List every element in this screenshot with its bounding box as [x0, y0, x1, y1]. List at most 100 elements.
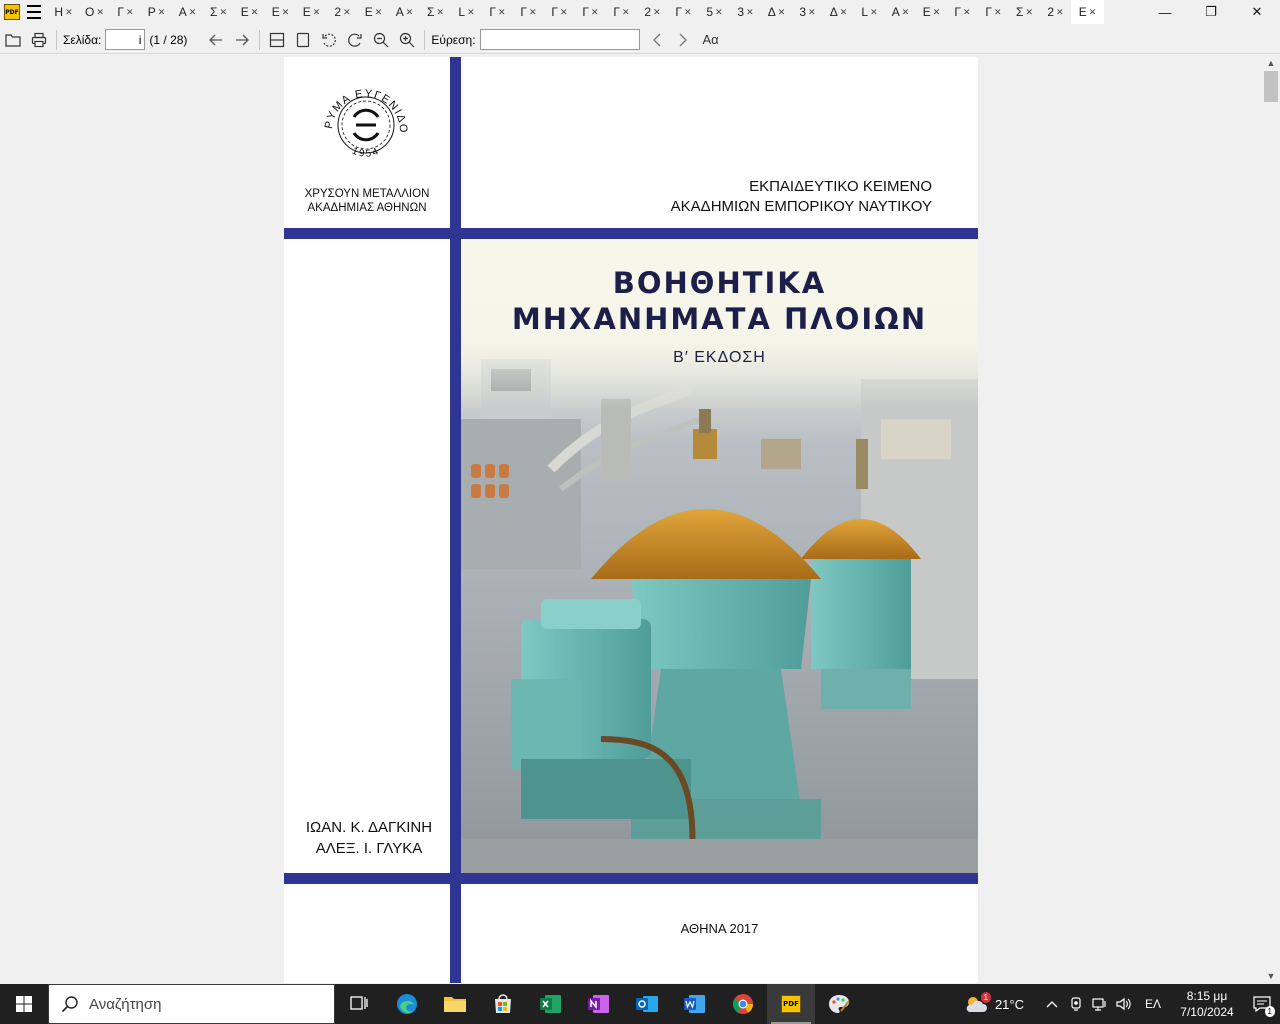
document-tab[interactable]: Α ✕ [885, 0, 916, 24]
pdf-app-icon[interactable]: PDF [4, 4, 20, 20]
document-tab[interactable]: Σ ✕ [1009, 0, 1040, 24]
document-tab[interactable]: 3 ✕ [792, 0, 823, 24]
document-tab[interactable]: L ✕ [451, 0, 482, 24]
tab-close-icon[interactable]: ✕ [96, 7, 104, 18]
document-tab[interactable]: Γ ✕ [110, 0, 141, 24]
document-tab[interactable]: Ε ✕ [234, 0, 265, 24]
zoom-in-icon[interactable] [394, 28, 420, 52]
next-page-arrow-icon[interactable] [229, 28, 255, 52]
tab-close-icon[interactable]: ✕ [313, 7, 321, 18]
network-icon[interactable] [1088, 984, 1112, 1024]
tab-close-icon[interactable]: ✕ [808, 7, 816, 18]
document-tab[interactable]: Γ ✕ [544, 0, 575, 24]
rotate-right-icon[interactable] [342, 28, 368, 52]
tab-close-icon[interactable]: ✕ [282, 7, 290, 18]
document-tab[interactable]: L ✕ [854, 0, 885, 24]
camera-meeting-icon[interactable] [1064, 984, 1088, 1024]
document-tab[interactable]: 3 ✕ [730, 0, 761, 24]
document-tab[interactable]: 2 ✕ [1040, 0, 1071, 24]
scroll-thumb[interactable] [1264, 71, 1278, 102]
document-tab[interactable]: Δ ✕ [761, 0, 792, 24]
tab-close-icon[interactable]: ✕ [65, 7, 73, 18]
tab-close-icon[interactable]: ✕ [406, 7, 414, 18]
tab-close-icon[interactable]: ✕ [902, 7, 910, 18]
system-clock[interactable]: 8:15 μμ 7/10/2024 [1170, 988, 1244, 1020]
previous-page-arrow-icon[interactable] [203, 28, 229, 52]
tab-close-icon[interactable]: ✕ [994, 7, 1002, 18]
fit-width-icon[interactable] [264, 28, 290, 52]
vertical-scrollbar[interactable]: ▲ ▼ [1262, 55, 1280, 984]
minimize-button[interactable]: — [1142, 0, 1188, 24]
document-tab[interactable]: Γ ✕ [482, 0, 513, 24]
rotate-left-icon[interactable] [316, 28, 342, 52]
find-previous-icon[interactable] [644, 28, 670, 52]
tab-close-icon[interactable]: ✕ [1025, 7, 1033, 18]
tab-close-icon[interactable]: ✕ [498, 7, 506, 18]
document-tab[interactable]: Ε ✕ [916, 0, 947, 24]
document-tab[interactable]: Α ✕ [389, 0, 420, 24]
notification-center-icon[interactable]: 1 [1244, 984, 1280, 1024]
document-tab[interactable]: Ο ✕ [79, 0, 110, 24]
tab-close-icon[interactable]: ✕ [870, 7, 878, 18]
document-tab[interactable]: Ε ✕ [265, 0, 296, 24]
outlook-icon[interactable] [623, 984, 671, 1024]
input-language[interactable]: ΕΛ [1136, 997, 1170, 1011]
tab-close-icon[interactable]: ✕ [963, 7, 971, 18]
tab-close-icon[interactable]: ✕ [343, 7, 351, 18]
tab-close-icon[interactable]: ✕ [467, 7, 475, 18]
windows-start-icon[interactable] [0, 984, 48, 1024]
find-input[interactable] [479, 29, 640, 50]
tab-close-icon[interactable]: ✕ [158, 7, 166, 18]
scroll-up-arrow-icon[interactable]: ▲ [1262, 55, 1280, 71]
tab-close-icon[interactable]: ✕ [591, 7, 599, 18]
document-tab[interactable]: Γ ✕ [668, 0, 699, 24]
tab-close-icon[interactable]: ✕ [251, 7, 259, 18]
document-tab[interactable]: Ε ✕ [296, 0, 327, 24]
document-tab[interactable]: 5 ✕ [699, 0, 730, 24]
document-tab[interactable]: Ρ ✕ [141, 0, 172, 24]
weather-icon[interactable]: 1 [961, 984, 991, 1024]
tab-close-icon[interactable]: ✕ [529, 7, 537, 18]
match-case-button[interactable]: Aα [696, 28, 726, 52]
tab-close-icon[interactable]: ✕ [436, 7, 444, 18]
tab-close-icon[interactable]: ✕ [840, 7, 848, 18]
tab-close-icon[interactable]: ✕ [126, 7, 134, 18]
document-tab[interactable]: Σ ✕ [420, 0, 451, 24]
paint-icon[interactable] [815, 984, 863, 1024]
document-tab[interactable]: Γ ✕ [978, 0, 1009, 24]
chevron-up-icon[interactable] [1040, 984, 1064, 1024]
hamburger-menu-icon[interactable] [22, 0, 46, 24]
document-tab[interactable]: Γ ✕ [606, 0, 637, 24]
document-tab[interactable]: Ε ✕ [358, 0, 389, 24]
tab-close-icon[interactable]: ✕ [778, 7, 786, 18]
document-tab[interactable]: Η ✕ [48, 0, 79, 24]
onenote-icon[interactable] [575, 984, 623, 1024]
tab-close-icon[interactable]: ✕ [622, 7, 630, 18]
fit-page-icon[interactable] [290, 28, 316, 52]
tab-close-icon[interactable]: ✕ [1089, 7, 1097, 18]
file-explorer-icon[interactable] [431, 984, 479, 1024]
weather-temperature[interactable]: 21°C [995, 997, 1024, 1012]
find-next-icon[interactable] [670, 28, 696, 52]
taskbar-search-box[interactable]: Αναζήτηση [48, 984, 335, 1024]
document-tab[interactable]: Γ ✕ [947, 0, 978, 24]
tab-close-icon[interactable]: ✕ [715, 7, 723, 18]
tab-close-icon[interactable]: ✕ [1056, 7, 1064, 18]
tab-close-icon[interactable]: ✕ [653, 7, 661, 18]
excel-icon[interactable] [527, 984, 575, 1024]
volume-icon[interactable] [1112, 984, 1136, 1024]
task-view-icon[interactable] [335, 984, 383, 1024]
document-tab-active[interactable]: Ε ✕ [1071, 0, 1104, 24]
close-button[interactable]: ✕ [1234, 0, 1280, 24]
document-tab[interactable]: Σ ✕ [203, 0, 234, 24]
microsoft-store-icon[interactable] [479, 984, 527, 1024]
document-viewport[interactable]: ΙΔΡΥΜΑ ΕΥΓΕΝΙΔΟΥ 1954 ΧΡΥΣΟΥΝ ΜΕΤΑΛΛΙΟΝ … [0, 55, 1262, 984]
tab-close-icon[interactable]: ✕ [684, 7, 692, 18]
edge-browser-icon[interactable] [383, 984, 431, 1024]
tab-close-icon[interactable]: ✕ [746, 7, 754, 18]
tab-close-icon[interactable]: ✕ [933, 7, 941, 18]
document-tab[interactable]: 2 ✕ [637, 0, 668, 24]
pdf-reader-taskbar-icon[interactable]: PDF [767, 984, 815, 1024]
word-icon[interactable] [671, 984, 719, 1024]
open-folder-icon[interactable] [0, 28, 26, 52]
